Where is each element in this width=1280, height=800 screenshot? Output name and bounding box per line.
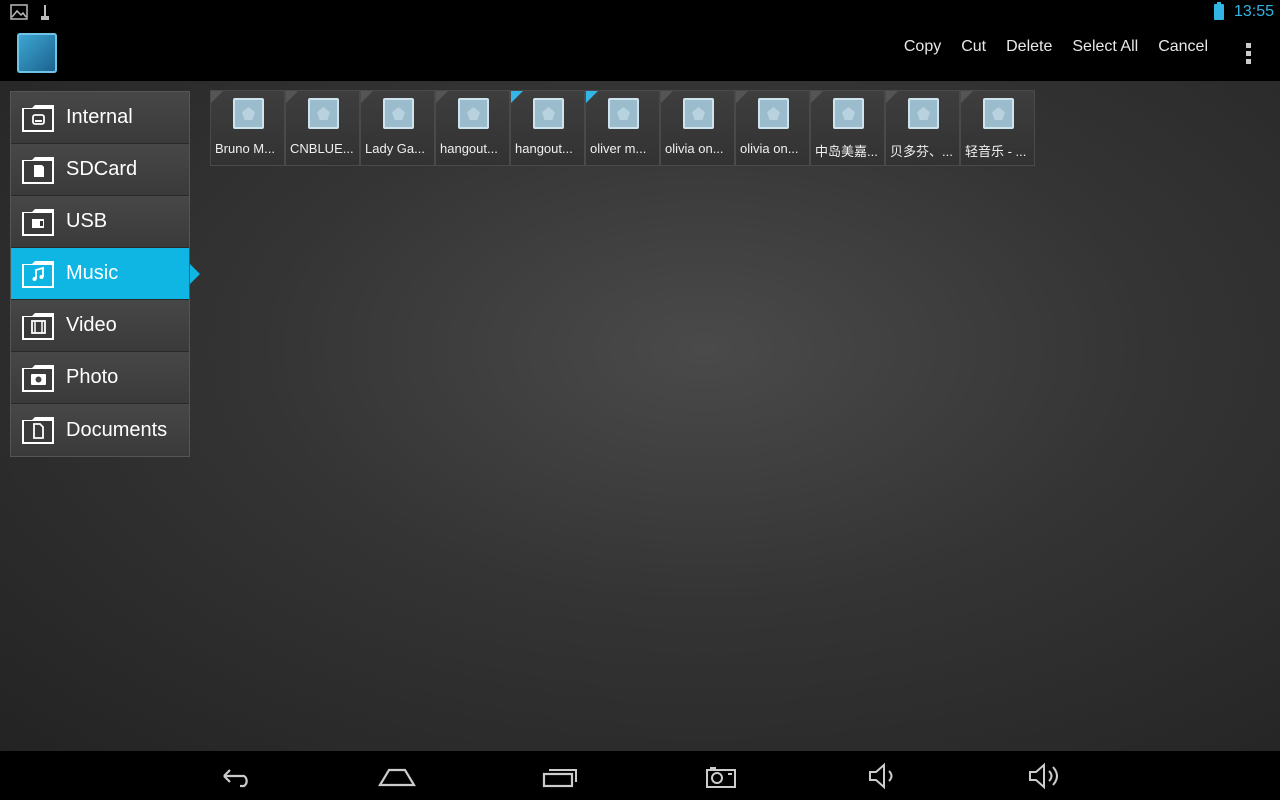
file-tile[interactable]: 轻音乐 - ...	[960, 90, 1035, 166]
action-items: Copy Cut Delete Select All Cancel	[894, 25, 1218, 81]
unselected-check-icon[interactable]	[886, 91, 898, 103]
audio-file-icon	[533, 98, 564, 129]
volume-down-icon[interactable]	[863, 761, 903, 791]
file-tile[interactable]: oliver m...	[585, 90, 660, 166]
file-grid: Bruno M... CNBLUE... Lady Ga... hangout... h…	[210, 90, 1035, 166]
volume-up-icon[interactable]	[1025, 761, 1065, 791]
file-tile[interactable]: Lady Ga...	[360, 90, 435, 166]
file-name: 轻音乐 - ...	[965, 144, 1027, 159]
home-icon[interactable]	[377, 761, 417, 791]
unselected-check-icon[interactable]	[961, 91, 973, 103]
file-tile[interactable]: olivia on...	[735, 90, 810, 166]
file-tile[interactable]: hangout...	[435, 90, 510, 166]
selected-check-icon[interactable]	[586, 91, 598, 103]
sdcard-icon	[21, 155, 55, 185]
navigation-bar	[0, 751, 1280, 800]
sidebar-item-label: USB	[66, 210, 108, 232]
copy-button[interactable]: Copy	[894, 25, 951, 81]
sidebar-item-photo[interactable]: Photo	[11, 352, 189, 404]
file-tile[interactable]: olivia on...	[660, 90, 735, 166]
sidebar-item-usb[interactable]: USB	[11, 196, 189, 248]
music-icon	[21, 259, 55, 289]
delete-button[interactable]: Delete	[996, 25, 1062, 81]
sidebar: Internal SDCard USB Music Video Photo Document…	[10, 91, 200, 457]
back-icon[interactable]	[216, 761, 256, 791]
audio-file-icon	[308, 98, 339, 129]
file-name: Lady Ga...	[365, 141, 425, 156]
file-name: Bruno M...	[215, 141, 275, 156]
file-manager-app-icon[interactable]	[17, 33, 57, 73]
action-bar: Copy Cut Delete Select All Cancel	[0, 25, 1280, 81]
file-name: CNBLUE...	[290, 141, 354, 156]
sidebar-item-internal[interactable]: Internal	[11, 92, 189, 144]
sidebar-item-documents[interactable]: Documents	[11, 404, 189, 456]
screenshot-icon[interactable]	[701, 761, 741, 791]
sidebar-item-label: SDCard	[66, 158, 138, 180]
sidebar-item-label: Internal	[66, 106, 133, 128]
file-name: oliver m...	[590, 141, 647, 156]
audio-file-icon	[683, 98, 714, 129]
status-bar: 13:55	[0, 0, 1280, 25]
sidebar-item-label: Video	[66, 314, 117, 336]
file-name: hangout...	[515, 141, 573, 156]
audio-file-icon	[833, 98, 864, 129]
audio-file-icon	[608, 98, 639, 129]
file-name: olivia on...	[665, 141, 724, 156]
selected-check-icon[interactable]	[511, 91, 523, 103]
usb-drive-icon	[21, 207, 55, 237]
file-name: 中岛美嘉...	[815, 144, 878, 159]
audio-file-icon	[908, 98, 939, 129]
file-name: hangout...	[440, 141, 498, 156]
cut-button[interactable]: Cut	[951, 25, 996, 81]
recent-apps-icon[interactable]	[540, 761, 580, 791]
unselected-check-icon[interactable]	[811, 91, 823, 103]
documents-icon	[21, 415, 55, 445]
status-time: 13:55	[1233, 3, 1274, 20]
audio-file-icon	[383, 98, 414, 129]
internal-storage-icon	[21, 103, 55, 133]
audio-file-icon	[458, 98, 489, 129]
sidebar-item-label: Documents	[66, 418, 168, 441]
audio-file-icon	[983, 98, 1014, 129]
file-tile[interactable]: 贝多芬、...	[885, 90, 960, 166]
image-icon	[10, 4, 28, 20]
file-name: olivia on...	[740, 141, 799, 156]
photo-icon	[21, 363, 55, 393]
sidebar-item-sdcard[interactable]: SDCard	[11, 144, 189, 196]
main-content: Internal SDCard USB Music Video Photo Document…	[0, 81, 1280, 751]
unselected-check-icon[interactable]	[211, 91, 223, 103]
audio-file-icon	[758, 98, 789, 129]
cancel-button[interactable]: Cancel	[1148, 25, 1218, 81]
file-name: 贝多芬、...	[890, 144, 953, 159]
overflow-menu-icon[interactable]	[1238, 40, 1258, 66]
audio-file-icon	[233, 98, 264, 129]
file-tile[interactable]: CNBLUE...	[285, 90, 360, 166]
sidebar-item-music[interactable]: Music	[11, 248, 200, 300]
unselected-check-icon[interactable]	[436, 91, 448, 103]
unselected-check-icon[interactable]	[286, 91, 298, 103]
unselected-check-icon[interactable]	[661, 91, 673, 103]
unselected-check-icon[interactable]	[736, 91, 748, 103]
sidebar-item-video[interactable]: Video	[11, 300, 189, 352]
sidebar-item-label: Music	[66, 262, 119, 284]
video-icon	[21, 311, 55, 341]
unselected-check-icon[interactable]	[361, 91, 373, 103]
file-tile[interactable]: Bruno M...	[210, 90, 285, 166]
file-tile[interactable]: hangout...	[510, 90, 585, 166]
select-all-button[interactable]: Select All	[1062, 25, 1148, 81]
file-tile[interactable]: 中岛美嘉...	[810, 90, 885, 166]
battery-icon	[1214, 2, 1224, 20]
usb-icon	[41, 5, 49, 20]
sidebar-item-label: Photo	[66, 366, 119, 388]
